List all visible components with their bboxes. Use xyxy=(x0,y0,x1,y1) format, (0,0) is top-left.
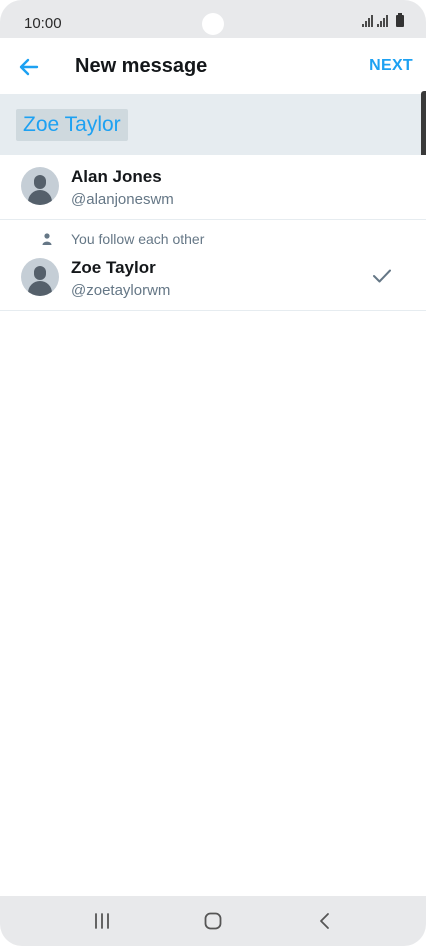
follow-status: You follow each other xyxy=(71,231,205,247)
front-camera xyxy=(202,13,224,35)
status-bar: 10:00 xyxy=(0,0,426,38)
user-list-item[interactable]: You follow each other Zoe Taylor @zoetay… xyxy=(0,220,426,311)
home-icon xyxy=(204,912,222,930)
page-title: New message xyxy=(75,55,208,77)
arrow-left-icon xyxy=(19,58,39,76)
checkmark-icon xyxy=(373,269,391,283)
user-handle: @zoetaylorwm xyxy=(71,282,171,299)
home-button[interactable] xyxy=(198,908,228,934)
next-button[interactable]: NEXT xyxy=(369,57,413,75)
app-bar: New message NEXT xyxy=(0,38,426,95)
user-name: Alan Jones xyxy=(71,167,162,186)
avatar xyxy=(21,167,59,205)
user-handle: @alanjoneswm xyxy=(71,191,174,208)
recipient-chip[interactable]: Zoe Taylor xyxy=(16,109,128,141)
avatar xyxy=(21,258,59,296)
back-button[interactable] xyxy=(12,50,46,84)
recents-button[interactable] xyxy=(87,908,117,934)
status-time: 10:00 xyxy=(24,15,62,32)
recipient-field[interactable]: Zoe Taylor xyxy=(0,95,426,155)
user-name: Zoe Taylor xyxy=(71,258,156,277)
new-message-screen: 10:00 New message NEXT Zoe Taylor Alan J… xyxy=(0,0,426,946)
status-icons xyxy=(362,13,404,27)
battery-icon xyxy=(396,13,404,27)
signal-icon xyxy=(362,15,373,27)
signal-icon-2 xyxy=(377,15,388,27)
back-icon xyxy=(320,913,329,929)
recents-icon xyxy=(95,913,109,929)
system-nav-bar xyxy=(0,896,426,946)
user-list-item[interactable]: Alan Jones @alanjoneswm xyxy=(0,155,426,220)
person-icon xyxy=(42,233,52,245)
nav-back-button[interactable] xyxy=(309,908,339,934)
